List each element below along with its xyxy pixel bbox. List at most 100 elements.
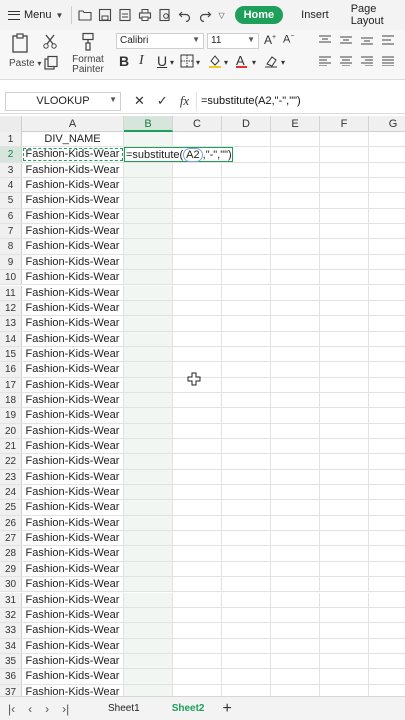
empty-cell[interactable]: [320, 485, 369, 500]
empty-cell[interactable]: [173, 224, 222, 239]
empty-cell[interactable]: [222, 285, 271, 300]
empty-cell[interactable]: [369, 378, 405, 392]
add-sheet-icon[interactable]: +: [223, 700, 232, 718]
empty-cell[interactable]: [271, 669, 320, 684]
empty-cell[interactable]: [124, 162, 173, 178]
empty-cell[interactable]: [124, 546, 173, 561]
empty-cell[interactable]: [173, 423, 222, 438]
empty-cell[interactable]: [124, 638, 173, 653]
empty-cell[interactable]: [369, 623, 405, 637]
empty-cell[interactable]: [173, 500, 222, 515]
empty-cell[interactable]: [173, 531, 222, 546]
empty-cell[interactable]: [320, 224, 369, 239]
empty-cell[interactable]: [173, 239, 222, 254]
data-cell[interactable]: Fashion-Kids-Wear: [22, 208, 124, 224]
empty-cell[interactable]: [222, 653, 271, 669]
empty-cell[interactable]: [320, 147, 369, 162]
empty-cell[interactable]: [369, 454, 405, 468]
empty-cell[interactable]: [173, 300, 222, 316]
empty-cell[interactable]: [173, 331, 222, 346]
empty-cell[interactable]: [369, 193, 405, 207]
empty-cell[interactable]: [222, 515, 271, 531]
name-box[interactable]: VLOOKUP ▼: [5, 92, 121, 111]
row-header[interactable]: 19: [0, 408, 22, 423]
empty-cell[interactable]: [124, 285, 173, 300]
empty-cell[interactable]: [271, 132, 320, 147]
empty-cell[interactable]: [124, 254, 173, 270]
empty-cell[interactable]: [320, 178, 369, 193]
empty-cell[interactable]: [222, 377, 271, 392]
empty-cell[interactable]: [369, 500, 405, 514]
row-header[interactable]: 28: [0, 546, 22, 561]
clear-format-dropdown-icon[interactable]: ▾: [281, 58, 285, 67]
data-cell[interactable]: Fashion-Kids-Wear: [22, 162, 124, 178]
empty-cell[interactable]: [369, 255, 405, 269]
empty-cell[interactable]: [271, 546, 320, 561]
align-bottom-icon[interactable]: [361, 35, 373, 48]
empty-cell[interactable]: [369, 485, 405, 499]
empty-cell[interactable]: [369, 654, 405, 668]
empty-cell[interactable]: [320, 561, 369, 577]
empty-cell[interactable]: [124, 454, 173, 469]
empty-cell[interactable]: [173, 485, 222, 500]
empty-cell[interactable]: [173, 285, 222, 300]
empty-cell[interactable]: [320, 638, 369, 653]
empty-cell[interactable]: [369, 270, 405, 284]
data-cell[interactable]: Fashion-Kids-Wear: [22, 515, 124, 531]
empty-cell[interactable]: [173, 669, 222, 684]
first-sheet-icon[interactable]: |‹: [8, 702, 15, 716]
empty-cell[interactable]: [271, 285, 320, 300]
empty-cell[interactable]: [222, 239, 271, 254]
row-header[interactable]: 23: [0, 469, 22, 485]
tab-page-layout[interactable]: Page Layout: [351, 3, 405, 27]
align-right-icon[interactable]: [361, 56, 373, 69]
clear-format-icon[interactable]: [263, 54, 279, 71]
row-header[interactable]: 1: [0, 132, 22, 147]
borders-dropdown-icon[interactable]: ▾: [196, 58, 200, 67]
empty-cell[interactable]: [369, 347, 405, 361]
row-header[interactable]: 12: [0, 300, 22, 316]
empty-cell[interactable]: [369, 639, 405, 653]
empty-cell[interactable]: [222, 362, 271, 377]
row-header[interactable]: 26: [0, 515, 22, 531]
empty-cell[interactable]: [124, 607, 173, 623]
empty-cell[interactable]: [222, 607, 271, 623]
empty-cell[interactable]: [320, 193, 369, 208]
empty-cell[interactable]: [222, 423, 271, 438]
empty-cell[interactable]: [271, 469, 320, 485]
empty-cell[interactable]: [173, 607, 222, 623]
empty-cell[interactable]: [173, 408, 222, 423]
empty-cell[interactable]: [124, 193, 173, 208]
print-icon[interactable]: [138, 8, 152, 22]
empty-cell[interactable]: [369, 669, 405, 683]
data-cell[interactable]: Fashion-Kids-Wear: [22, 193, 124, 208]
empty-cell[interactable]: [222, 254, 271, 270]
empty-cell[interactable]: [222, 331, 271, 346]
empty-cell[interactable]: [271, 224, 320, 239]
empty-cell[interactable]: [173, 439, 222, 454]
empty-cell[interactable]: [124, 224, 173, 239]
editing-cell[interactable]: =substitute(A2 ,"-",""): [124, 147, 233, 163]
row-header[interactable]: 25: [0, 500, 22, 515]
font-color-icon[interactable]: A: [236, 52, 247, 68]
empty-cell[interactable]: [124, 592, 173, 607]
row-header[interactable]: 10: [0, 270, 22, 285]
data-cell[interactable]: Fashion-Kids-Wear: [22, 577, 124, 592]
empty-cell[interactable]: [271, 362, 320, 377]
paste-dropdown-icon[interactable]: ▾: [37, 59, 41, 68]
empty-cell[interactable]: [222, 300, 271, 316]
empty-cell[interactable]: [320, 362, 369, 377]
data-cell[interactable]: Fashion-Kids-Wear: [22, 254, 124, 270]
empty-cell[interactable]: [124, 577, 173, 592]
empty-cell[interactable]: [369, 147, 405, 161]
empty-cell[interactable]: [222, 577, 271, 592]
data-cell[interactable]: Fashion-Kids-Wear: [22, 224, 124, 239]
empty-cell[interactable]: [320, 577, 369, 592]
empty-cell[interactable]: [222, 439, 271, 454]
empty-cell[interactable]: [124, 669, 173, 684]
empty-cell[interactable]: [173, 162, 222, 178]
empty-cell[interactable]: [173, 561, 222, 577]
row-header[interactable]: 34: [0, 638, 22, 653]
empty-cell[interactable]: [173, 623, 222, 638]
row-header[interactable]: 30: [0, 577, 22, 592]
